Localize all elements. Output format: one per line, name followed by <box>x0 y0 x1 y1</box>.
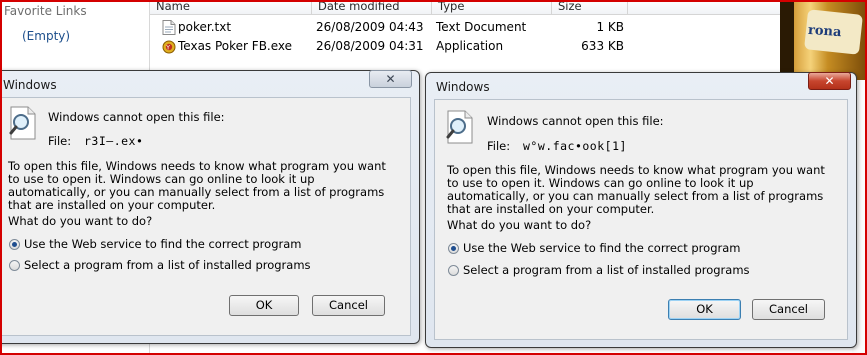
file-value: w°w.fac•ook[1] <box>523 139 627 153</box>
column-header-size[interactable]: Size <box>552 0 628 15</box>
dialog-body: Windows cannot open this file: File: w°w… <box>434 99 848 340</box>
close-button[interactable]: ✕ <box>369 70 412 88</box>
dialog-title: Windows <box>3 78 57 92</box>
option-web-radio[interactable] <box>448 243 459 254</box>
file-value: r3I–.ex• <box>84 134 144 148</box>
close-icon: ✕ <box>385 72 396 86</box>
favorite-links-heading: Favorite Links <box>4 4 87 18</box>
file-list: Name Date modified Type Size poker.txt 2… <box>150 0 780 80</box>
favorite-links-empty: (Empty) <box>22 29 71 43</box>
file-row[interactable]: poker.txt 26/08/2009 04:43 Text Document… <box>150 18 780 37</box>
option-web-label[interactable]: Use the Web service to find the correct … <box>463 241 740 255</box>
file-date: 26/08/2009 04:31 <box>316 39 424 53</box>
option-web-label[interactable]: Use the Web service to find the correct … <box>24 237 301 251</box>
option-list-label[interactable]: Select a program from a list of installe… <box>24 258 311 272</box>
file-name: poker.txt <box>178 20 232 34</box>
dialog-description: To open this file, Windows needs to know… <box>447 163 825 216</box>
svg-text:Y: Y <box>165 44 170 51</box>
column-header-date[interactable]: Date modified <box>312 0 432 15</box>
wallpaper-shadow <box>780 0 794 80</box>
open-with-dialog-left: Windows ✕ Windows cannot open this file:… <box>0 70 420 344</box>
option-list-label[interactable]: Select a program from a list of installe… <box>463 263 750 277</box>
file-label: File: <box>48 134 72 148</box>
cancel-button[interactable]: Cancel <box>312 295 385 316</box>
file-size: 633 KB <box>581 39 624 53</box>
file-row[interactable]: Y Texas Poker FB.exe 26/08/2009 04:31 Ap… <box>150 37 780 56</box>
open-with-dialog-right: Windows ✕ Windows cannot open this file:… <box>425 72 857 348</box>
column-header-type[interactable]: Type <box>432 0 552 15</box>
file-date: 26/08/2009 04:43 <box>316 20 424 34</box>
column-header-row: Name Date modified Type Size <box>150 0 780 15</box>
dialog-question: What do you want to do? <box>8 214 153 228</box>
dialog-question: What do you want to do? <box>447 218 592 232</box>
option-list-radio[interactable] <box>448 265 459 276</box>
ok-button[interactable]: OK <box>668 299 741 320</box>
ok-button[interactable]: OK <box>229 295 299 316</box>
column-header-name[interactable]: Name <box>150 0 312 15</box>
dialog-heading: Windows cannot open this file: <box>487 114 664 128</box>
file-label: File: <box>487 139 511 153</box>
text-file-icon <box>162 20 176 35</box>
magnifier-document-icon <box>9 106 36 140</box>
magnifier-document-icon <box>446 110 473 144</box>
option-list-radio[interactable] <box>9 260 20 271</box>
dialog-title: Windows <box>436 80 490 94</box>
close-button[interactable]: ✕ <box>808 72 851 90</box>
file-type: Text Document <box>436 20 527 34</box>
cancel-button[interactable]: Cancel <box>752 299 825 320</box>
file-name: Texas Poker FB.exe <box>178 39 293 53</box>
file-size: 1 KB <box>596 20 624 34</box>
dialog-body: Windows cannot open this file: File: r3I… <box>1 97 411 336</box>
dialog-heading: Windows cannot open this file: <box>48 110 225 124</box>
poker-app-icon: Y <box>162 40 176 54</box>
bottle-label-text: rona <box>807 22 842 41</box>
option-web-radio[interactable] <box>9 239 20 250</box>
file-type: Application <box>436 39 504 53</box>
dialog-description: To open this file, Windows needs to know… <box>8 159 386 212</box>
close-icon: ✕ <box>824 74 835 88</box>
